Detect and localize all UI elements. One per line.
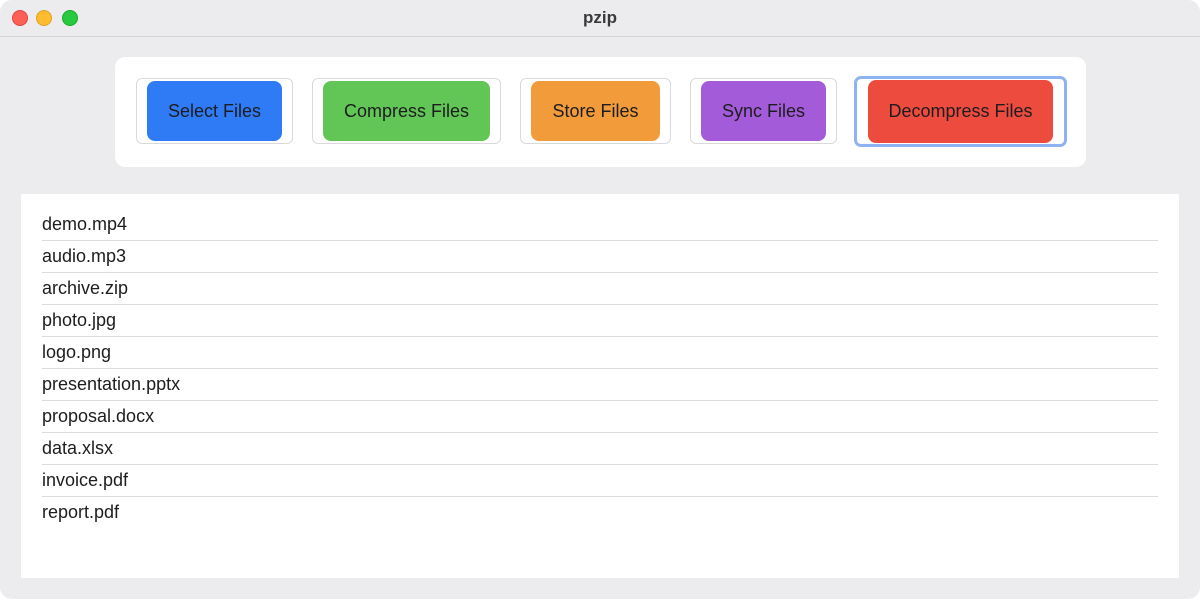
file-list-item[interactable]: audio.mp3 bbox=[42, 241, 1158, 273]
file-list-panel: demo.mp4 audio.mp3 archive.zip photo.jpg… bbox=[21, 194, 1179, 578]
file-list: demo.mp4 audio.mp3 archive.zip photo.jpg… bbox=[42, 209, 1158, 528]
sync-files-frame: Sync Files bbox=[690, 78, 837, 144]
file-list-item[interactable]: data.xlsx bbox=[42, 433, 1158, 465]
title-bar: pzip bbox=[0, 0, 1200, 37]
file-list-item[interactable]: photo.jpg bbox=[42, 305, 1158, 337]
store-files-button[interactable]: Store Files bbox=[531, 81, 660, 141]
file-list-item[interactable]: logo.png bbox=[42, 337, 1158, 369]
select-files-button[interactable]: Select Files bbox=[147, 81, 282, 141]
file-list-item[interactable]: report.pdf bbox=[42, 497, 1158, 528]
sync-files-button[interactable]: Sync Files bbox=[701, 81, 826, 141]
file-list-item[interactable]: proposal.docx bbox=[42, 401, 1158, 433]
store-files-frame: Store Files bbox=[520, 78, 671, 144]
action-toolbar: Select Files Compress Files Store Files … bbox=[115, 57, 1086, 167]
decompress-files-button[interactable]: Decompress Files bbox=[868, 80, 1053, 143]
file-list-item[interactable]: presentation.pptx bbox=[42, 369, 1158, 401]
window-title: pzip bbox=[583, 8, 617, 27]
compress-files-button[interactable]: Compress Files bbox=[323, 81, 490, 141]
decompress-files-frame: Decompress Files bbox=[854, 76, 1067, 147]
select-files-frame: Select Files bbox=[136, 78, 293, 144]
app-window: pzip Select Files Compress Files Store F… bbox=[0, 0, 1200, 599]
file-list-item[interactable]: archive.zip bbox=[42, 273, 1158, 305]
compress-files-frame: Compress Files bbox=[312, 78, 501, 144]
file-list-item[interactable]: demo.mp4 bbox=[42, 209, 1158, 241]
file-list-item[interactable]: invoice.pdf bbox=[42, 465, 1158, 497]
